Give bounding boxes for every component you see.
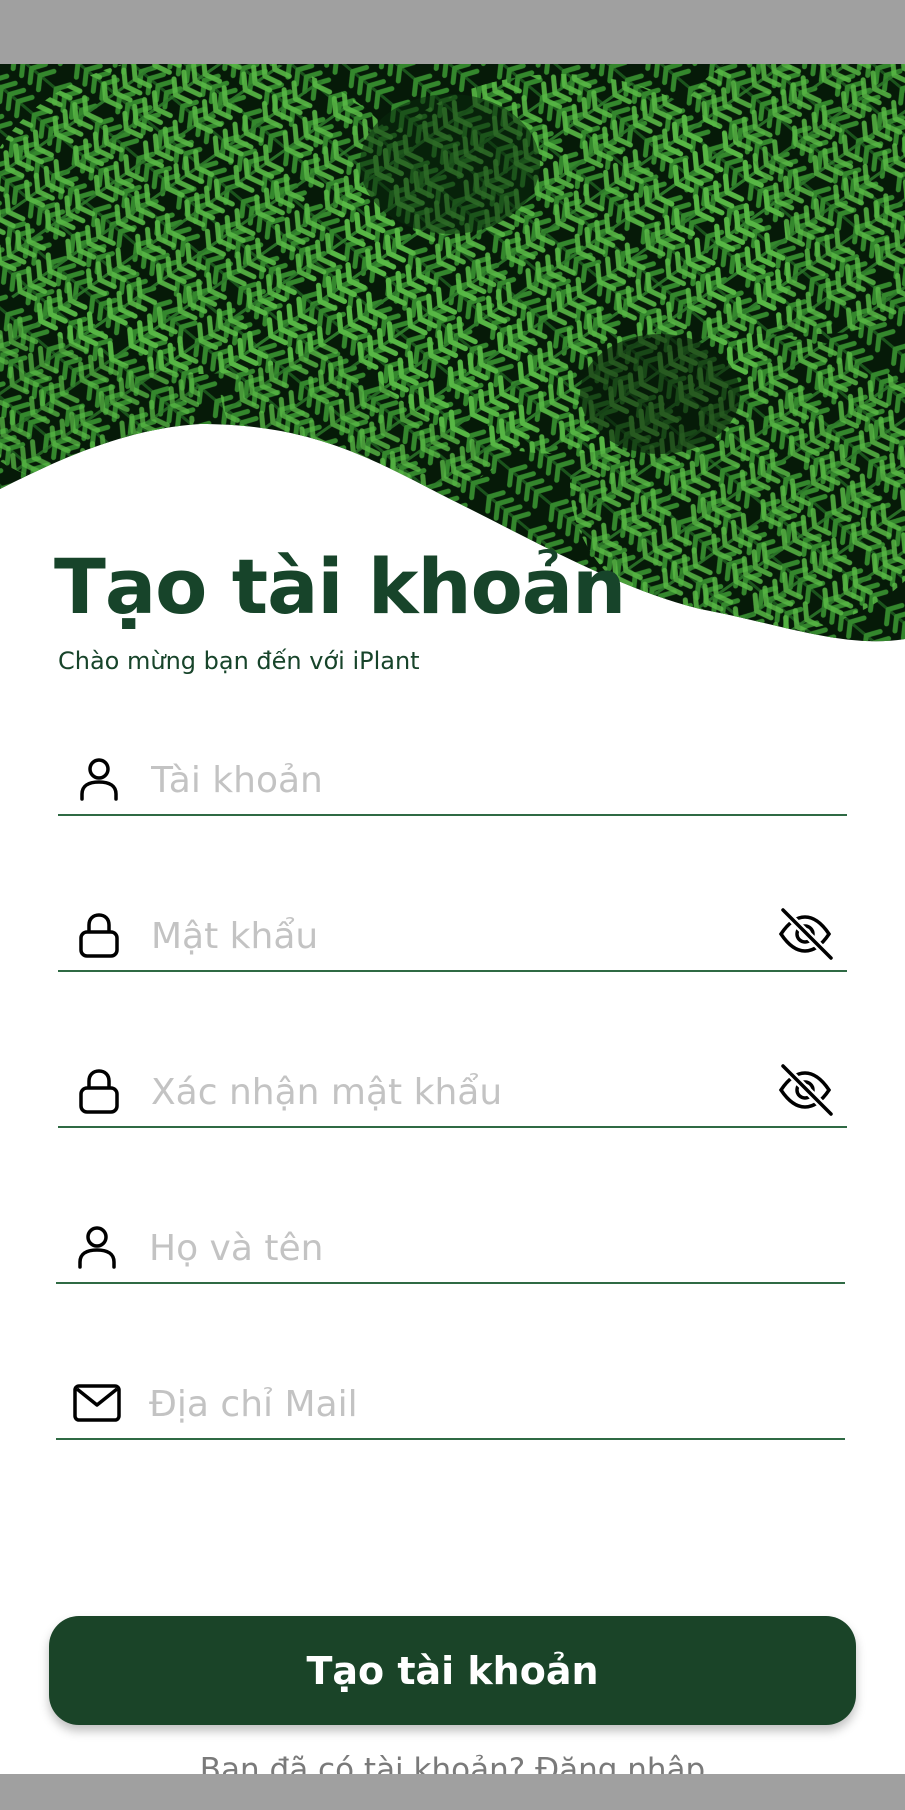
username-input[interactable] [151,754,751,806]
email-input[interactable] [149,1378,749,1430]
password-field [58,882,847,972]
eye-off-icon[interactable] [775,1060,835,1120]
login-prompt: Bạn đã có tài khoản? Đăng nhập [0,1752,905,1774]
full-name-input[interactable] [149,1222,749,1274]
signup-screen: Tạo tài khoản Chào mừng bạn đến với iPla… [0,64,905,1774]
lock-icon [79,1069,119,1114]
full-name-field [56,1194,845,1284]
email-field [56,1350,845,1440]
page-title: Tạo tài khoản [54,542,626,631]
lock-icon [79,913,119,958]
login-link[interactable]: Đăng nhập [535,1752,705,1774]
eye-off-icon[interactable] [775,904,835,964]
page-subtitle: Chào mừng bạn đến với iPlant [58,647,420,675]
password-input[interactable] [151,910,751,962]
confirm-password-input[interactable] [151,1066,751,1118]
username-field [58,726,847,816]
user-icon [78,1226,116,1269]
confirm-password-field [58,1038,847,1128]
create-account-button[interactable]: Tạo tài khoản [49,1616,856,1725]
mail-icon [73,1384,121,1422]
login-prompt-text: Bạn đã có tài khoản? [199,1752,526,1774]
status-bar [0,0,905,64]
user-icon [80,758,118,801]
navigation-bar [0,1774,905,1810]
